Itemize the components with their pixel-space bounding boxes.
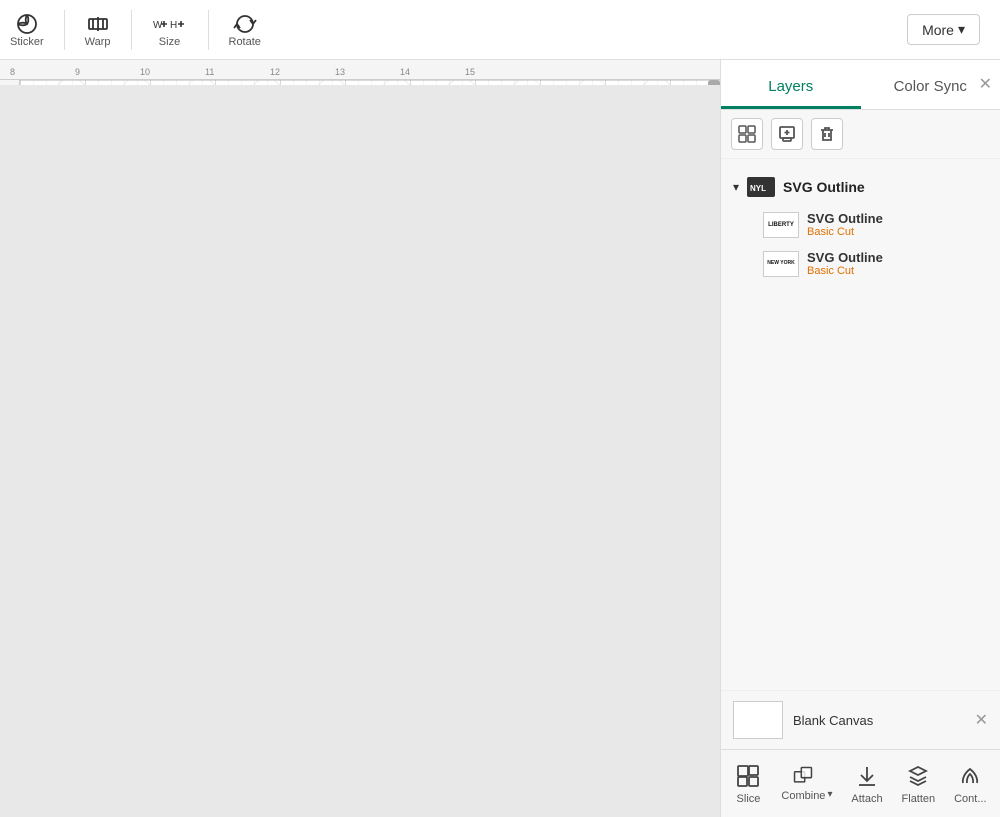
blank-canvas-label: Blank Canvas	[793, 713, 873, 728]
main-area: 8 9 10 11 12 13 14 15 NEW YORK	[0, 60, 1000, 817]
blank-canvas-thumbnail	[733, 701, 783, 739]
divider	[131, 10, 132, 50]
layer-item-sub-2: Basic Cut	[807, 265, 988, 277]
group-layers-button[interactable]	[731, 118, 763, 150]
panel-tabs: Layers Color Sync ✕	[721, 60, 1000, 110]
layer-thumb-text-2: NEW YORK	[767, 261, 794, 266]
ruler-mark: 13	[335, 67, 400, 77]
sticker-icon	[15, 12, 39, 36]
ruler-vertical	[0, 80, 20, 85]
attach-icon	[853, 762, 881, 790]
tab-layers[interactable]: Layers	[721, 60, 861, 109]
svg-text:H: H	[170, 20, 177, 31]
svg-text:W: W	[153, 20, 163, 31]
divider	[64, 10, 65, 50]
panel-toolbar	[721, 110, 1000, 159]
combine-button[interactable]: Combine ▾	[773, 761, 840, 806]
panel-bottom-toolbar: Slice Combine ▾	[721, 749, 1000, 817]
slice-icon	[734, 762, 762, 790]
group-thumb-svg: NYL	[749, 180, 773, 194]
attach-button[interactable]: Attach	[843, 758, 890, 809]
blank-canvas-close[interactable]: ✕	[975, 710, 988, 730]
layer-item-info-2: SVG Outline Basic Cut	[807, 250, 988, 277]
ruler-mark: 9	[75, 67, 140, 77]
delete-layer-button[interactable]	[811, 118, 843, 150]
ruler-horizontal: 8 9 10 11 12 13 14 15	[0, 60, 720, 80]
ruler-mark: 10	[140, 67, 205, 77]
attach-label: Attach	[851, 793, 882, 805]
size-label: Size	[159, 36, 180, 48]
more-button[interactable]: More ▾	[907, 14, 980, 45]
layer-thumb-2: NEW YORK	[763, 251, 799, 277]
contour-button[interactable]: Cont...	[946, 758, 994, 809]
flatten-button[interactable]: Flatten	[894, 758, 944, 809]
color-sync-close[interactable]: ✕	[979, 77, 992, 93]
more-label: More	[922, 22, 954, 38]
flatten-label: Flatten	[902, 793, 936, 805]
layers-content: ▾ NYL SVG Outline LIBERTY SVG Outline	[721, 159, 1000, 690]
ruler-h-inner: 8 9 10 11 12 13 14 15	[0, 67, 530, 77]
rotate-tool[interactable]: Rotate	[229, 12, 261, 48]
layer-item-info-1: SVG Outline Basic Cut	[807, 211, 988, 238]
scrollbar-thumb[interactable]	[708, 80, 720, 85]
group-icon	[738, 125, 756, 143]
slice-label: Slice	[737, 793, 761, 805]
canvas-body: NEW YORK LIBERTY	[0, 80, 720, 85]
canvas-area: 8 9 10 11 12 13 14 15 NEW YORK	[0, 60, 720, 817]
scrollbar-vertical[interactable]	[708, 80, 720, 85]
warp-label: Warp	[85, 36, 111, 48]
canvas-wrapper: 8 9 10 11 12 13 14 15 NEW YORK	[0, 60, 720, 85]
layer-group: ▾ NYL SVG Outline LIBERTY SVG Outline	[721, 169, 1000, 291]
ruler-mark: 14	[400, 67, 465, 77]
size-tool[interactable]: W H Size	[152, 12, 188, 48]
add-icon	[778, 125, 796, 143]
combine-arrow-icon: ▾	[827, 789, 832, 800]
canvas-grid[interactable]: NEW YORK LIBERTY	[20, 80, 708, 85]
right-panel: Layers Color Sync ✕	[720, 60, 1000, 817]
layer-group-thumbnail: NYL	[747, 177, 775, 197]
tab-color-sync[interactable]: Color Sync ✕	[861, 60, 1000, 109]
chevron-down-icon: ▾	[733, 180, 739, 194]
layer-item-name-2: SVG Outline	[807, 250, 988, 265]
delete-icon	[818, 125, 836, 143]
more-arrow: ▾	[958, 21, 965, 38]
contour-icon	[956, 762, 984, 790]
blank-canvas-section: Blank Canvas ✕	[721, 690, 1000, 749]
rotate-icon	[233, 12, 257, 36]
layer-group-header[interactable]: ▾ NYL SVG Outline	[733, 177, 988, 197]
layer-item[interactable]: NEW YORK SVG Outline Basic Cut	[733, 244, 988, 283]
size-icon: W H	[152, 12, 188, 36]
rotate-label: Rotate	[229, 36, 261, 48]
sticker-label: Sticker	[10, 36, 44, 48]
flatten-icon	[904, 762, 932, 790]
layer-thumb-text-1: LIBERTY	[768, 222, 794, 228]
ruler-mark: 12	[270, 67, 335, 77]
svg-text:NYL: NYL	[750, 184, 766, 193]
sticker-tool[interactable]: Sticker	[10, 12, 44, 48]
combine-icon	[792, 765, 814, 787]
ruler-mark: 8	[10, 67, 75, 77]
add-layer-button[interactable]	[771, 118, 803, 150]
divider	[208, 10, 209, 50]
layer-thumb-1: LIBERTY	[763, 212, 799, 238]
main-toolbar: Sticker Warp W H Size	[0, 0, 1000, 60]
layer-item[interactable]: LIBERTY SVG Outline Basic Cut	[733, 205, 988, 244]
warp-icon	[86, 12, 110, 36]
contour-label: Cont...	[954, 793, 986, 805]
layer-item-name-1: SVG Outline	[807, 211, 988, 226]
ruler-mark: 15	[465, 67, 530, 77]
layer-group-title: SVG Outline	[783, 179, 865, 195]
layer-item-sub-1: Basic Cut	[807, 226, 988, 238]
warp-tool[interactable]: Warp	[85, 12, 111, 48]
combine-label: Combine	[781, 790, 825, 802]
ruler-mark: 11	[205, 67, 270, 77]
slice-button[interactable]: Slice	[726, 758, 770, 809]
